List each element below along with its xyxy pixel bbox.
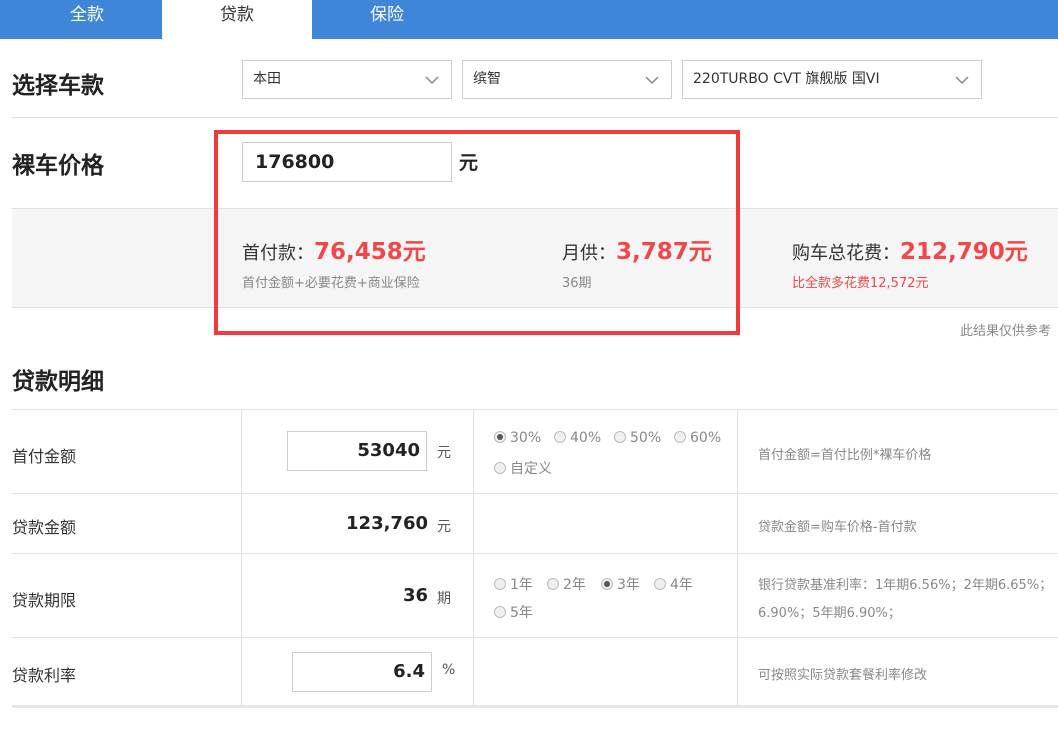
total-result: 购车总花费：212,790元 xyxy=(792,232,1028,266)
column-divider xyxy=(241,409,242,706)
loan-amount-unit: 元 xyxy=(437,519,451,535)
highlight-box xyxy=(214,130,740,335)
trim-select-value: 220TURBO CVT 旗舰版 国VI xyxy=(693,71,880,87)
loan-amount-hint: 贷款金额=购车价格-首付款 xyxy=(758,520,917,535)
loan-term-hint-line1: 银行贷款基准利率：1年期6.56%；2年期6.65%； xyxy=(758,578,1053,593)
down-payment-hint: 首付金额=首付比例*裸车价格 xyxy=(758,448,932,463)
down-payment-input[interactable]: 53040 xyxy=(287,431,427,471)
radio-icon xyxy=(654,578,666,590)
tab-full-payment[interactable]: 全款 xyxy=(12,0,162,39)
interest-rate-unit: % xyxy=(442,662,456,678)
down-payment-unit: 元 xyxy=(437,445,451,461)
top-tab-bar: 全款 贷款 保险 xyxy=(0,0,1058,39)
brand-select[interactable]: 本田 xyxy=(242,60,452,99)
loan-term-unit: 期 xyxy=(437,591,451,607)
row-label: 首付金额 xyxy=(12,447,77,466)
column-divider xyxy=(737,409,738,706)
bottom-divider xyxy=(12,705,1058,708)
radio-term-2y[interactable]: 2年 xyxy=(547,574,586,594)
divider xyxy=(12,117,1058,118)
chevron-down-icon xyxy=(425,76,439,85)
interest-rate-hint: 可按照实际贷款套餐利率修改 xyxy=(758,668,928,683)
radio-down-custom[interactable]: 自定义 xyxy=(494,458,552,478)
interest-rate-input[interactable]: 6.4 xyxy=(292,652,432,692)
radio-term-1y[interactable]: 1年 xyxy=(494,574,533,594)
radio-term-5y[interactable]: 5年 xyxy=(494,602,533,622)
row-label: 贷款金额 xyxy=(12,518,77,537)
loan-term-value: 36 xyxy=(402,585,428,606)
loan-detail-title: 贷款明细 xyxy=(12,369,104,395)
loan-term-hint-line2: 6.90%；5年期6.90%； xyxy=(758,606,901,621)
model-select-value: 缤智 xyxy=(473,71,501,87)
radio-icon xyxy=(554,431,566,443)
radio-term-4y[interactable]: 4年 xyxy=(654,574,693,594)
radio-icon xyxy=(494,578,506,590)
column-divider xyxy=(473,409,474,706)
radio-down-50[interactable]: 50% xyxy=(614,430,661,446)
row-label: 贷款期限 xyxy=(12,591,77,610)
total-sub: 比全款多花费12,572元 xyxy=(792,276,929,291)
radio-icon xyxy=(494,606,506,618)
disclaimer-note: 此结果仅供参考 xyxy=(960,324,1052,339)
table-row: 贷款期限 xyxy=(12,554,1058,638)
trim-select[interactable]: 220TURBO CVT 旗舰版 国VI xyxy=(682,60,982,99)
radio-down-40[interactable]: 40% xyxy=(554,430,601,446)
radio-icon xyxy=(614,431,626,443)
radio-icon xyxy=(674,431,686,443)
brand-select-value: 本田 xyxy=(253,71,281,87)
chevron-down-icon xyxy=(955,76,969,85)
loan-amount-value: 123,760 xyxy=(346,513,428,534)
total-value: 212,790元 xyxy=(900,239,1028,265)
radio-selected-icon xyxy=(601,578,613,590)
chevron-down-icon xyxy=(645,76,659,85)
price-title: 裸车价格 xyxy=(12,153,104,179)
radio-icon xyxy=(547,578,559,590)
tab-insurance[interactable]: 保险 xyxy=(312,0,462,39)
radio-selected-icon xyxy=(494,431,506,443)
radio-icon xyxy=(494,462,506,474)
model-select[interactable]: 缤智 xyxy=(462,60,672,99)
select-car-title: 选择车款 xyxy=(12,73,104,99)
total-label: 购车总花费： xyxy=(792,243,900,264)
radio-down-30[interactable]: 30% xyxy=(494,430,541,446)
radio-term-3y[interactable]: 3年 xyxy=(601,574,640,594)
radio-down-60[interactable]: 60% xyxy=(674,430,721,446)
tab-loan[interactable]: 贷款 xyxy=(162,0,312,39)
row-label: 贷款利率 xyxy=(12,666,77,685)
